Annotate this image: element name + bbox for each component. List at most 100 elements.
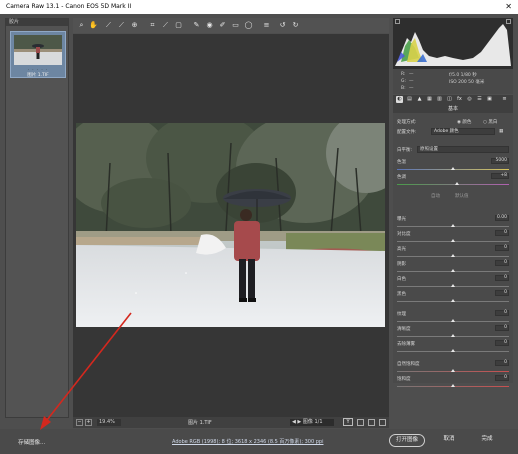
color-sampler-icon[interactable]: ⟋	[117, 21, 126, 30]
crop-icon[interactable]: ⌗	[148, 21, 157, 30]
transform-icon[interactable]: ▢	[174, 21, 183, 30]
slider-track[interactable]	[397, 334, 509, 337]
radial-filter-icon[interactable]: ◯	[244, 21, 253, 30]
slider-value[interactable]: 0	[495, 310, 509, 316]
open-image-button[interactable]: 打开图像	[389, 434, 425, 447]
swap-settings-icon[interactable]	[368, 419, 375, 426]
white-balance-select[interactable]: 原照设置	[417, 146, 509, 153]
spot-removal-icon[interactable]: ✎	[192, 21, 201, 30]
slider-track[interactable]	[397, 269, 509, 272]
slider-thumb[interactable]	[451, 319, 455, 322]
highlight-clipping-icon[interactable]	[506, 19, 511, 24]
temperature-slider[interactable]	[397, 167, 509, 170]
slider-value[interactable]: 0	[495, 360, 509, 366]
snapshots-icon[interactable]: ▣	[486, 96, 493, 103]
target-adjust-icon[interactable]: ⊕	[130, 21, 139, 30]
save-image-button[interactable]: 存储图像...	[18, 438, 45, 446]
slider-value[interactable]: 0	[495, 375, 509, 381]
auto-button[interactable]: 自动	[431, 193, 440, 199]
slider-thumb[interactable]	[451, 369, 455, 372]
process-bw-radio[interactable]: ○ 黑白	[483, 119, 497, 125]
rotate-right-icon[interactable]: ↻	[291, 21, 300, 30]
zoom-level-select[interactable]: 19.4%	[97, 419, 121, 426]
panel-tabs: ◐ ▤ ▲ ▦ ▥ ◫ fx ◎ ☰ ▣ ≡	[393, 95, 513, 105]
preview-photo	[76, 123, 385, 327]
profile-select[interactable]: Adobe 颜色	[431, 128, 495, 135]
r-value: —	[409, 72, 414, 77]
compare-view-icon[interactable]	[357, 419, 364, 426]
temperature-value[interactable]: 5000	[491, 158, 509, 164]
tint-thumb[interactable]	[455, 182, 459, 185]
zoom-in-button[interactable]: +	[85, 419, 92, 426]
preferences-view-icon[interactable]	[379, 419, 386, 426]
slider-value[interactable]: 0	[495, 260, 509, 266]
slider-value[interactable]: 0	[495, 290, 509, 296]
slider-label: 饱和度	[397, 377, 411, 382]
slider-track[interactable]	[397, 299, 509, 302]
straighten-icon[interactable]: ⟋	[161, 21, 170, 30]
slider-thumb[interactable]	[451, 239, 455, 242]
slider-thumb[interactable]	[451, 224, 455, 227]
hand-icon[interactable]: ✋	[89, 21, 98, 30]
rotate-left-icon[interactable]: ↺	[278, 21, 287, 30]
slider-value[interactable]: 0.00	[495, 215, 509, 221]
slider-track[interactable]	[397, 239, 509, 242]
image-navigator[interactable]: ◀ ▶ 图像 1/1	[290, 419, 334, 426]
zoom-out-button[interactable]: −	[76, 419, 83, 426]
slider-track[interactable]	[397, 254, 509, 257]
slider-track[interactable]	[397, 284, 509, 287]
tint-slider[interactable]	[397, 182, 509, 185]
slider-track[interactable]	[397, 349, 509, 352]
thumbnail-filename: 图片 1.TIF	[27, 73, 49, 78]
graduated-filter-icon[interactable]: ▭	[231, 21, 240, 30]
shadow-clipping-icon[interactable]	[395, 19, 400, 24]
hsl-icon[interactable]: ▦	[426, 96, 433, 103]
b-value: —	[409, 86, 414, 91]
adjustment-brush-icon[interactable]: ✐	[218, 21, 227, 30]
profile-browser-icon[interactable]: ▦	[499, 129, 503, 134]
basic-icon[interactable]: ◐	[396, 96, 403, 103]
done-button[interactable]: 完成	[470, 434, 504, 447]
detail-icon[interactable]: ▲	[416, 96, 423, 103]
slider-thumb[interactable]	[451, 254, 455, 257]
slider-thumb[interactable]	[451, 299, 455, 302]
red-eye-icon[interactable]: ◉	[205, 21, 214, 30]
slider-value[interactable]: 0	[495, 340, 509, 346]
slider-track[interactable]	[397, 319, 509, 322]
slider-track[interactable]	[397, 369, 509, 372]
tint-value[interactable]: +8	[491, 173, 509, 179]
filmstrip-thumbnail[interactable]: · · · · · 图片 1.TIF	[10, 31, 66, 78]
title-bar: Camera Raw 13.1 - Canon EOS 5D Mark II ✕	[0, 0, 518, 14]
presets-icon[interactable]: ☰	[476, 96, 483, 103]
slider-thumb[interactable]	[451, 334, 455, 337]
slider-value[interactable]: 0	[495, 275, 509, 281]
fx-icon[interactable]: fx	[456, 96, 463, 103]
image-canvas[interactable]	[73, 34, 389, 417]
slider-thumb[interactable]	[451, 269, 455, 272]
slider-value[interactable]: 0	[495, 325, 509, 331]
g-value: —	[409, 79, 414, 84]
tone-curve-icon[interactable]: ▤	[406, 96, 413, 103]
zoom-icon[interactable]: ⌕	[77, 21, 86, 30]
slider-value[interactable]: 0	[495, 245, 509, 251]
close-icon[interactable]: ✕	[505, 2, 512, 11]
slider-track[interactable]	[397, 384, 509, 387]
preferences-icon[interactable]: ≡	[262, 21, 271, 30]
temperature-thumb[interactable]	[451, 167, 455, 170]
g-label: G:	[401, 79, 407, 84]
workflow-options-link[interactable]: Adobe RGB (1998); 8 位; 3618 x 2346 (8.5 …	[172, 438, 323, 445]
slider-value[interactable]: 0	[495, 230, 509, 236]
cancel-button[interactable]: 取消	[436, 434, 462, 447]
before-after-toggle[interactable]: Y	[343, 418, 353, 426]
calibration-icon[interactable]: ◎	[466, 96, 473, 103]
default-button[interactable]: 默认值	[455, 193, 469, 199]
split-toning-icon[interactable]: ▥	[436, 96, 443, 103]
slider-thumb[interactable]	[451, 384, 455, 387]
slider-thumb[interactable]	[451, 349, 455, 352]
slider-thumb[interactable]	[451, 284, 455, 287]
process-color-radio[interactable]: ◉ 颜色	[457, 119, 471, 125]
white-balance-icon[interactable]: ⟋	[104, 21, 113, 30]
lens-icon[interactable]: ◫	[446, 96, 453, 103]
panel-menu-icon[interactable]: ≡	[501, 96, 508, 103]
slider-track[interactable]	[397, 224, 509, 227]
